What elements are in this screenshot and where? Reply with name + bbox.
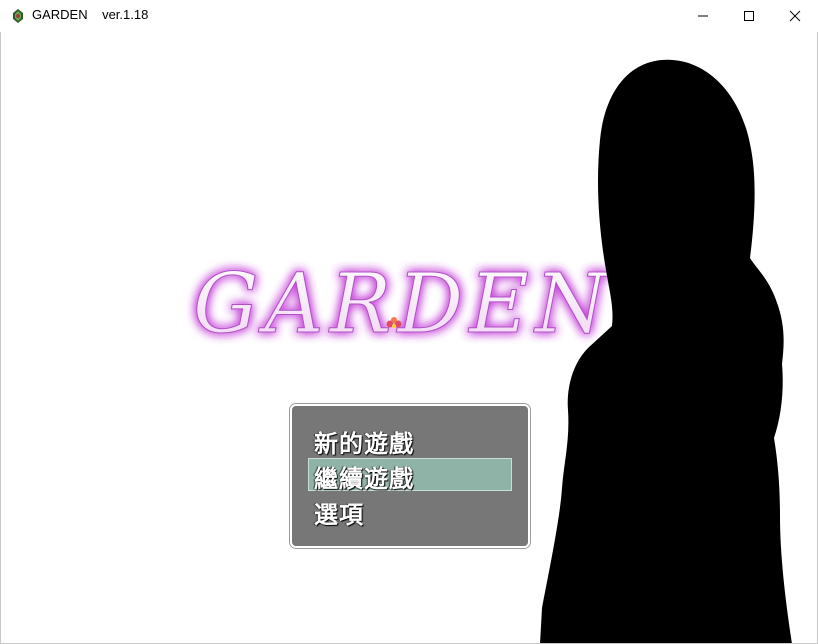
menu-item-options[interactable]: 選項 <box>314 495 364 530</box>
title-menu: 新的遊戲 繼續遊戲 選項 <box>290 404 530 548</box>
maximize-button[interactable] <box>726 0 772 32</box>
app-icon <box>10 8 26 24</box>
window-title: GARDEN ver.1.18 <box>32 7 149 22</box>
minimize-button[interactable] <box>680 0 726 32</box>
window-titlebar[interactable]: GARDEN ver.1.18 <box>0 0 818 32</box>
game-screen[interactable]: GARDEN 新的遊戲 繼續遊戲 選項 <box>1 32 817 643</box>
character-silhouette <box>540 59 792 643</box>
close-button[interactable] <box>772 0 818 32</box>
maximize-icon <box>744 11 754 21</box>
minimize-icon <box>698 15 708 17</box>
close-icon <box>789 10 801 22</box>
menu-item-continue[interactable]: 繼續遊戲 <box>314 459 414 494</box>
menu-item-new-game[interactable]: 新的遊戲 <box>314 424 414 459</box>
